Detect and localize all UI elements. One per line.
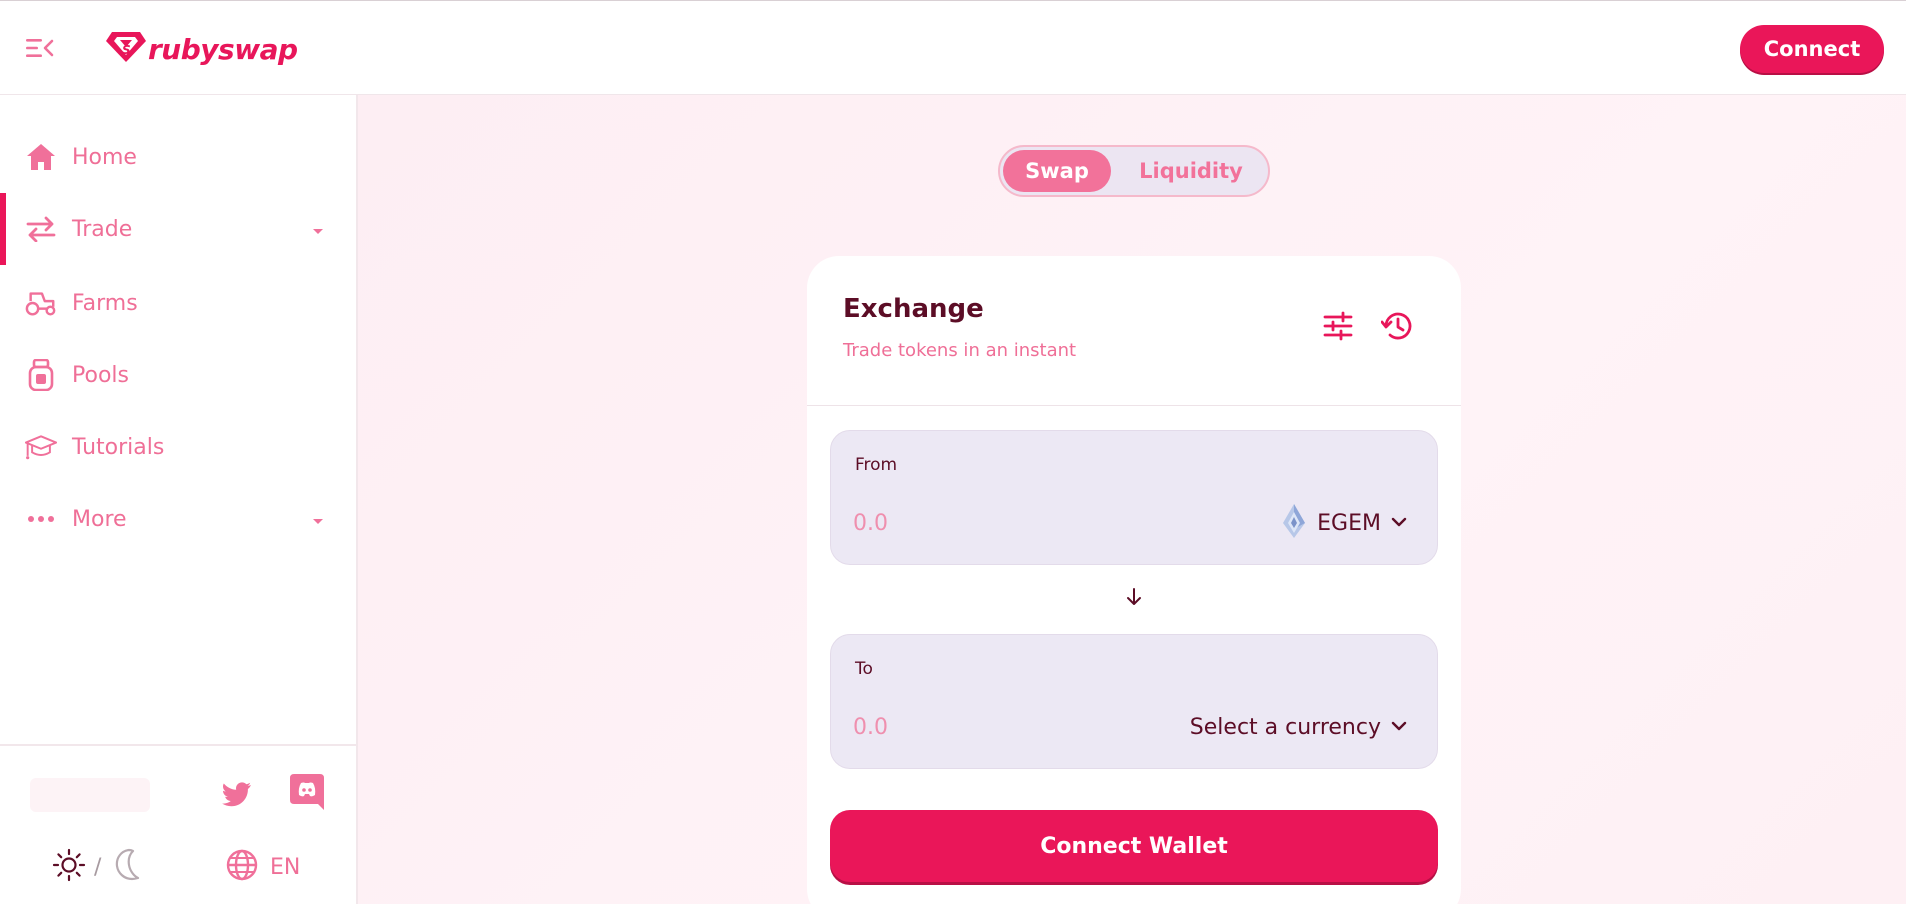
to-token-panel: To Select a currency: [830, 634, 1438, 769]
graduation-cap-icon: [25, 431, 57, 463]
language-label: EN: [270, 854, 301, 880]
main-content: Swap Liquidity Exchange Trade tokens in …: [358, 95, 1906, 904]
sidebar-item-label: Home: [72, 144, 137, 170]
token-price-placeholder: [30, 778, 150, 812]
to-label: To: [855, 659, 873, 679]
tab-swap[interactable]: Swap: [1003, 150, 1111, 192]
tractor-icon: [25, 287, 57, 319]
sidebar-item-label: Trade: [72, 216, 133, 242]
discord-icon[interactable]: [290, 774, 324, 810]
sun-icon: [52, 848, 86, 887]
sidebar-item-label: Farms: [72, 290, 138, 316]
logo-text: rubyswap: [148, 32, 298, 66]
home-icon: [25, 141, 57, 173]
to-token-symbol: Select a currency: [1189, 714, 1381, 740]
logo[interactable]: S rubyswap: [106, 29, 298, 69]
more-dots-icon: [25, 503, 57, 535]
card-divider: [807, 405, 1461, 406]
theme-separator: /: [94, 854, 102, 880]
pool-jar-icon: [25, 359, 57, 391]
exchange-card: Exchange Trade tokens in an instant From: [807, 256, 1461, 904]
chevron-down-icon: [1391, 514, 1407, 532]
sidebar-item-home[interactable]: Home: [0, 127, 356, 187]
to-amount-input[interactable]: [853, 709, 1153, 745]
sidebar-item-more[interactable]: More: [0, 489, 356, 549]
arrow-down-icon[interactable]: [1119, 582, 1149, 612]
menu-collapse-icon[interactable]: [26, 37, 54, 59]
chevron-down-icon: [1391, 718, 1407, 736]
settings-sliders-icon[interactable]: [1321, 309, 1355, 343]
connect-wallet-button[interactable]: Connect Wallet: [830, 810, 1438, 882]
svg-text:S: S: [122, 43, 131, 57]
sidebar-divider: [0, 744, 356, 746]
sidebar-item-farms[interactable]: Farms: [0, 273, 356, 333]
ruby-gem-icon: S: [106, 30, 146, 69]
trade-arrows-icon: [25, 213, 57, 245]
chevron-down-icon: [311, 224, 325, 234]
theme-toggle[interactable]: /: [52, 847, 141, 887]
from-token-symbol: EGEM: [1317, 510, 1381, 536]
from-label: From: [855, 455, 898, 475]
sidebar-item-trade[interactable]: Trade: [0, 199, 356, 259]
card-subtitle: Trade tokens in an instant: [843, 340, 1077, 361]
card-title: Exchange: [843, 294, 984, 324]
sidebar-item-label: More: [72, 506, 127, 532]
from-amount-input[interactable]: [853, 505, 1153, 541]
top-header: S rubyswap Connect: [0, 0, 1906, 95]
egem-token-icon: [1281, 503, 1307, 544]
moon-icon: [109, 848, 141, 887]
globe-icon: [226, 849, 258, 886]
connect-button[interactable]: Connect: [1740, 25, 1884, 73]
tab-liquidity[interactable]: Liquidity: [1121, 150, 1261, 192]
sidebar-item-label: Tutorials: [72, 434, 165, 460]
from-token-select[interactable]: EGEM: [1281, 501, 1407, 545]
from-token-panel: From EGEM: [830, 430, 1438, 565]
swap-liquidity-toggle: Swap Liquidity: [998, 145, 1270, 197]
language-selector[interactable]: EN: [226, 847, 300, 887]
to-token-select[interactable]: Select a currency: [1190, 705, 1407, 749]
sidebar-item-label: Pools: [72, 362, 129, 388]
chevron-down-icon: [311, 514, 325, 524]
twitter-icon[interactable]: [220, 778, 254, 812]
sidebar-item-tutorials[interactable]: Tutorials: [0, 417, 356, 477]
sidebar-item-pools[interactable]: Pools: [0, 345, 356, 405]
history-icon[interactable]: [1380, 309, 1414, 343]
sidebar: Home Trade Farms Pools Tutorials More / …: [0, 95, 358, 904]
